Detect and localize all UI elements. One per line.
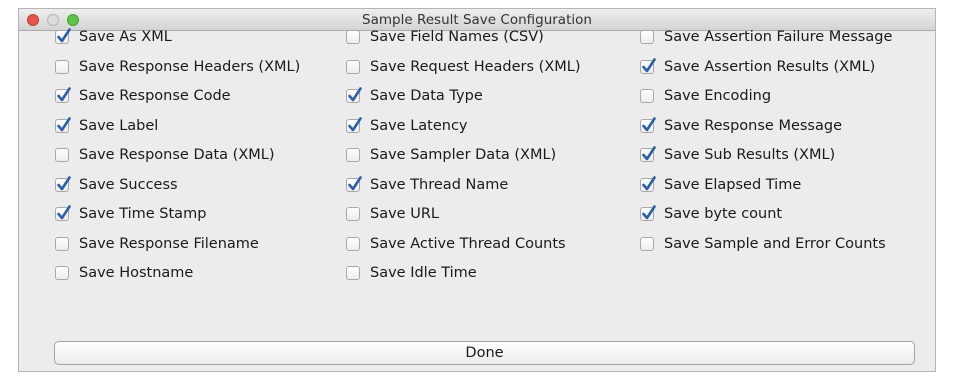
option-checkbox[interactable]: Save Data Type [346, 85, 483, 107]
checkbox-box[interactable] [55, 116, 71, 133]
option-label: Save Field Names (CSV) [370, 29, 544, 45]
option-checkbox[interactable]: Save Time Stamp [55, 203, 206, 225]
checkbox-box[interactable] [346, 148, 360, 162]
option-label: Save Hostname [79, 265, 194, 281]
checkbox-box[interactable] [346, 30, 360, 44]
option-label: Save Response Headers (XML) [79, 58, 301, 75]
option-label: Save URL [370, 206, 439, 222]
option-checkbox[interactable]: Save Idle Time [346, 262, 477, 284]
option-label: Save byte count [664, 206, 783, 222]
option-label: Save Response Code [79, 88, 231, 104]
checkbox-box[interactable] [55, 205, 71, 221]
option-checkbox[interactable]: Save Assertion Failure Message [640, 26, 892, 48]
checkmark-icon [348, 87, 362, 102]
option-label: Save Sampler Data (XML) [370, 147, 557, 163]
option-label: Save Response Message [664, 117, 843, 134]
checkbox-box[interactable] [640, 205, 656, 221]
option-label: Save Label [79, 117, 159, 134]
checkmark-icon [348, 116, 362, 131]
checkmark-icon [642, 175, 656, 190]
checkbox-box[interactable] [346, 59, 360, 74]
option-checkbox[interactable]: Save Label [55, 115, 158, 137]
option-checkbox[interactable]: Save Sub Results (XML) [640, 144, 835, 166]
option-label: Save Active Thread Counts [370, 235, 566, 252]
checkbox-box[interactable] [55, 59, 69, 74]
checkbox-box[interactable] [55, 236, 69, 251]
option-checkbox[interactable]: Save Response Filename [55, 233, 259, 255]
checkmark-icon [642, 146, 656, 161]
option-checkbox[interactable]: Save Encoding [640, 85, 771, 107]
checkbox-box[interactable] [346, 116, 362, 133]
checkbox-box[interactable] [55, 28, 71, 44]
option-label: Save Data Type [370, 88, 483, 104]
checkbox-box[interactable] [55, 148, 69, 162]
checkbox-box[interactable] [55, 175, 71, 192]
option-checkbox[interactable]: Save As XML [55, 26, 172, 48]
option-label: Save Encoding [664, 88, 772, 104]
checkmark-icon [348, 175, 362, 190]
checkbox-box[interactable] [346, 87, 362, 103]
option-checkbox[interactable]: Save Active Thread Counts [346, 233, 566, 255]
checkmark-icon [57, 87, 71, 102]
checkmark-icon [57, 28, 71, 43]
checkbox-box[interactable] [346, 175, 362, 192]
option-checkbox[interactable]: Save Response Data (XML) [55, 144, 275, 166]
option-checkbox[interactable]: Save Assertion Results (XML) [640, 56, 875, 78]
option-checkbox[interactable]: Save Response Message [640, 115, 842, 137]
checkbox-box[interactable] [640, 30, 654, 44]
checkmark-icon [642, 57, 656, 72]
option-checkbox[interactable]: Save Response Headers (XML) [55, 56, 300, 78]
option-label: Save Latency [370, 117, 468, 134]
option-checkbox[interactable]: Save Sampler Data (XML) [346, 144, 556, 166]
done-button[interactable]: Done [54, 341, 915, 365]
option-checkbox[interactable]: Save Field Names (CSV) [346, 26, 544, 48]
checkbox-box[interactable] [640, 116, 656, 133]
option-checkbox[interactable]: Save Thread Name [346, 174, 508, 196]
option-label: Save Request Headers (XML) [370, 58, 581, 75]
option-label: Save Thread Name [370, 176, 509, 193]
checkbox-box[interactable] [640, 175, 656, 192]
checkmark-icon [642, 205, 656, 220]
option-label: Save Response Filename [79, 235, 259, 252]
checkmark-icon [57, 175, 71, 190]
option-label: Save Sub Results (XML) [664, 147, 836, 163]
option-checkbox[interactable]: Save Elapsed Time [640, 174, 801, 196]
option-checkbox[interactable]: Save URL [346, 203, 439, 225]
option-checkbox[interactable]: Save Hostname [55, 262, 193, 284]
option-label: Save Elapsed Time [664, 176, 802, 193]
option-checkbox[interactable]: Save Success [55, 174, 178, 196]
checkbox-box[interactable] [640, 57, 656, 74]
option-label: Save Assertion Failure Message [664, 29, 893, 45]
option-label: Save Response Data (XML) [79, 147, 275, 163]
option-label: Save Sample and Error Counts [664, 235, 886, 252]
checkmark-icon [642, 116, 656, 131]
option-checkbox[interactable]: Save Latency [346, 115, 468, 137]
checkbox-box[interactable] [55, 87, 71, 103]
checkmark-icon [57, 205, 71, 220]
option-label: Save Success [79, 176, 178, 193]
checkbox-box[interactable] [346, 207, 360, 221]
option-checkbox[interactable]: Save byte count [640, 203, 782, 225]
checkbox-box[interactable] [640, 146, 656, 162]
save-config-dialog: Sample Result Save Configuration Save As… [18, 8, 936, 372]
option-label: Save Idle Time [370, 265, 477, 281]
option-label: Save Assertion Results (XML) [664, 58, 876, 75]
option-checkbox[interactable]: Save Request Headers (XML) [346, 56, 581, 78]
checkmark-icon [57, 116, 71, 131]
checkbox-box[interactable] [640, 236, 654, 251]
option-checkbox[interactable]: Save Response Code [55, 85, 231, 107]
option-label: Save Time Stamp [79, 206, 207, 222]
checkbox-box[interactable] [55, 266, 69, 280]
checkbox-box[interactable] [640, 89, 654, 103]
checkbox-box[interactable] [346, 236, 360, 251]
option-label: Save As XML [79, 29, 172, 45]
option-checkbox[interactable]: Save Sample and Error Counts [640, 233, 886, 255]
checkbox-box[interactable] [346, 266, 360, 280]
